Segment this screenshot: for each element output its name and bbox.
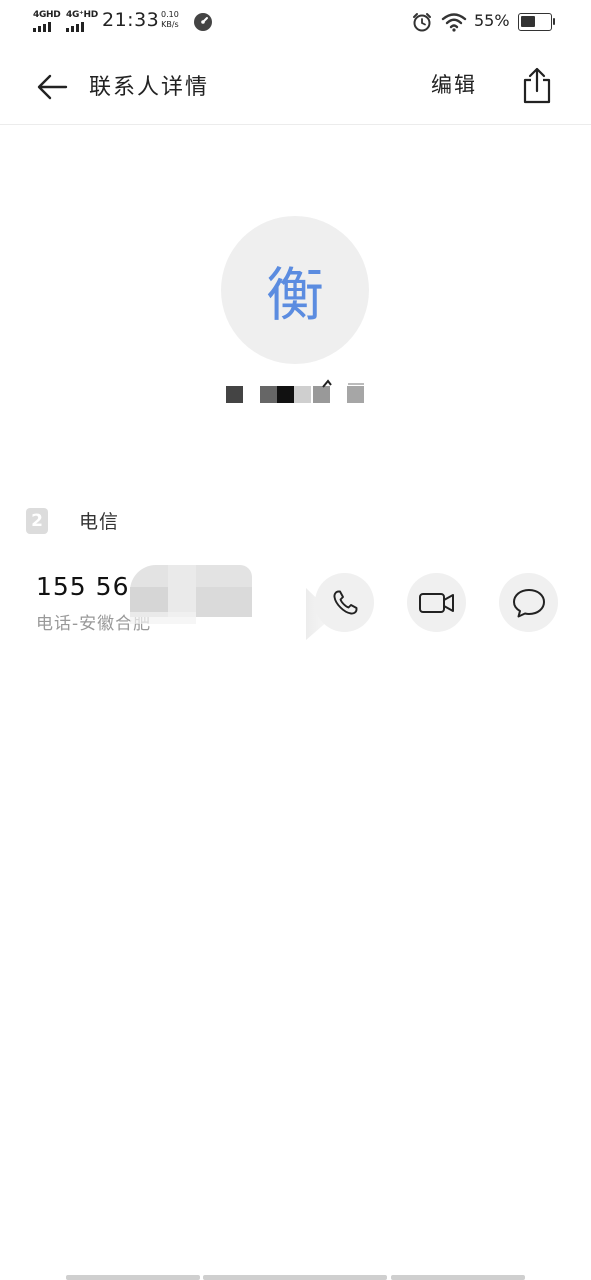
wifi-icon [441, 13, 467, 32]
alarm-icon [413, 13, 431, 32]
network-speed-value: 0.10 [161, 10, 179, 19]
phone-number-redaction [130, 565, 252, 617]
phone-icon [332, 590, 357, 615]
nav-bar-segment[interactable] [66, 1275, 200, 1280]
contact-avatar[interactable]: 衡 [221, 216, 369, 364]
signal-icon [33, 22, 51, 32]
video-call-button[interactable] [407, 573, 466, 632]
phone-number[interactable]: 155 56 [36, 572, 129, 601]
message-button[interactable] [499, 573, 558, 632]
sim2-network-label: 4G⁺HD [66, 10, 98, 20]
edit-button[interactable]: 编辑 [431, 69, 477, 99]
message-icon [512, 588, 545, 617]
avatar-initial: 衡 [265, 261, 324, 329]
nav-bar-segment[interactable] [203, 1275, 387, 1280]
phone-description-redaction [130, 612, 196, 624]
sim-badge: 2 [26, 508, 48, 534]
call-button[interactable] [315, 573, 374, 632]
back-arrow-icon[interactable] [36, 72, 68, 102]
battery-icon [518, 13, 555, 31]
video-call-icon [418, 592, 454, 613]
nav-bar-segment[interactable] [391, 1275, 525, 1280]
battery-fill [521, 16, 535, 27]
contact-name-redacted [226, 379, 366, 403]
status-time: 21:33 [102, 9, 160, 31]
status-bar: 4GHD 4G⁺HD 21:33 0.10 KB/s 55% [0, 0, 591, 44]
signal-icon [66, 22, 84, 32]
clock-icon [194, 13, 212, 31]
header-divider [0, 124, 591, 125]
share-icon[interactable] [522, 66, 552, 104]
sim1-network-label: 4GHD [33, 10, 61, 20]
network-speed: 0.10 KB/s [161, 10, 179, 30]
battery-percent: 55% [474, 11, 510, 30]
header: 联系人详情 编辑 [0, 52, 591, 124]
page-title: 联系人详情 [89, 75, 210, 100]
network-speed-unit: KB/s [161, 20, 179, 29]
sim-carrier: 电信 [79, 511, 120, 533]
